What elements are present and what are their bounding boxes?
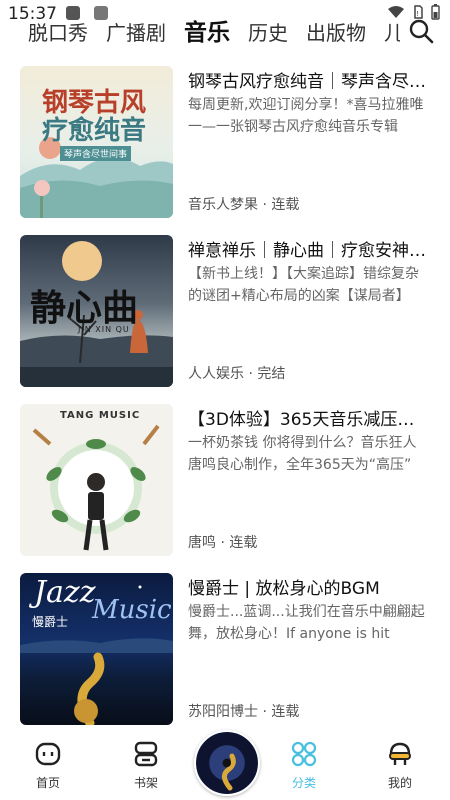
list-item[interactable]: 钢琴古风 疗愈纯音 琴声含尽世间事 钢琴古风疗愈纯音｜琴声含尽世间事 每周更新,… — [20, 66, 435, 218]
nav-home-label: 首页 — [35, 776, 60, 790]
list-item[interactable]: Jazz Music 慢爵士 慢爵士 | 放松身心的BGM 慢爵士...蓝调..… — [20, 573, 435, 725]
category-icon — [291, 741, 317, 767]
nav-category-label: 分类 — [291, 776, 316, 790]
album-title[interactable]: 【3D体验】365天音乐减压之旅 — [188, 405, 428, 430]
cover-title-line2: 疗愈纯音 — [42, 116, 147, 146]
sim-icon: ! — [414, 5, 423, 19]
album-description: 一杯奶茶钱 你将得到什么？音乐狂人唐鸣良心制作，全年365天为“高压” — [188, 435, 417, 473]
album-meta: 音乐人梦果 · 连载 — [188, 197, 300, 213]
album-cover[interactable]: Jazz Music 慢爵士 — [20, 573, 173, 725]
home-icon — [35, 742, 61, 766]
nav-profile[interactable]: 我的 — [370, 740, 430, 791]
nav-category[interactable]: 分类 — [274, 740, 334, 791]
album-description: 【新书上线！】【大案追踪】错综复杂的谜团+精心布局的凶案【谋局者】 — [188, 266, 419, 304]
list-item[interactable]: 静心曲 JIN XIN QU 禅意禅乐｜静心曲｜疗愈安神音乐 【新书上线！】【大… — [20, 235, 435, 387]
tab-history[interactable]: 历史 — [248, 18, 288, 48]
album-description: 慢爵士...蓝调...让我们在音乐中翩翩起舞，放松身心！If anyone is… — [188, 604, 425, 642]
nav-profile-label: 我的 — [387, 776, 412, 790]
tab-talkshow[interactable]: 脱口秀 — [28, 18, 88, 48]
search-icon[interactable] — [408, 18, 434, 44]
player-cover-art — [222, 753, 236, 791]
wreath-art — [32, 424, 160, 551]
album-title[interactable]: 慢爵士 | 放松身心的BGM — [188, 574, 428, 599]
nav-home[interactable]: 首页 — [18, 740, 78, 791]
tab-music[interactable]: 音乐 — [184, 18, 230, 48]
album-meta: 苏阳阳博士 · 连载 — [188, 704, 300, 720]
cover-title-music: Music — [92, 595, 172, 625]
album-meta: 人人娱乐 · 完结 — [188, 366, 286, 382]
album-description: 每周更新,欢迎订阅分享！*喜马拉雅唯一—一张钢琴古风疗愈纯音乐专辑 — [188, 97, 424, 135]
bookshelf-icon — [134, 741, 158, 767]
cover-brand: TANG MUSIC — [60, 410, 141, 421]
album-title[interactable]: 钢琴古风疗愈纯音｜琴声含尽世间事 — [188, 67, 428, 92]
album-title[interactable]: 禅意禅乐｜静心曲｜疗愈安神音乐 — [188, 236, 428, 261]
cover-title-jazz: Jazz — [34, 575, 96, 610]
album-meta: 唐鸣 · 连载 — [188, 535, 258, 551]
nav-bookshelf-label: 书架 — [133, 776, 158, 790]
cover-subtitle: 琴声含尽世间事 — [60, 146, 132, 161]
list-item[interactable]: TANG MUSIC 【3D体验】365天音乐减压之旅 一杯奶茶钱 你将得到什么… — [20, 404, 435, 556]
album-cover[interactable]: 静心曲 JIN XIN QU — [20, 235, 173, 387]
nav-bookshelf[interactable]: 书架 — [116, 740, 176, 791]
category-tabs: 脱口秀 广播剧 音乐 历史 出版物 儿 — [0, 14, 400, 48]
cover-title: 静心曲 — [30, 287, 139, 329]
profile-icon — [389, 742, 411, 765]
tab-publications[interactable]: 出版物 — [306, 18, 366, 48]
tab-radio-drama[interactable]: 广播剧 — [106, 18, 166, 48]
cover-title-cn: 慢爵士 — [32, 615, 69, 629]
tab-kids[interactable]: 儿 — [384, 18, 400, 48]
album-cover[interactable]: TANG MUSIC — [20, 404, 173, 556]
now-playing-disc[interactable] — [194, 730, 260, 796]
album-cover[interactable]: 钢琴古风 疗愈纯音 琴声含尽世间事 — [20, 66, 173, 218]
svg-text:!: ! — [416, 10, 419, 18]
cover-pinyin: JIN XIN QU — [78, 325, 130, 334]
